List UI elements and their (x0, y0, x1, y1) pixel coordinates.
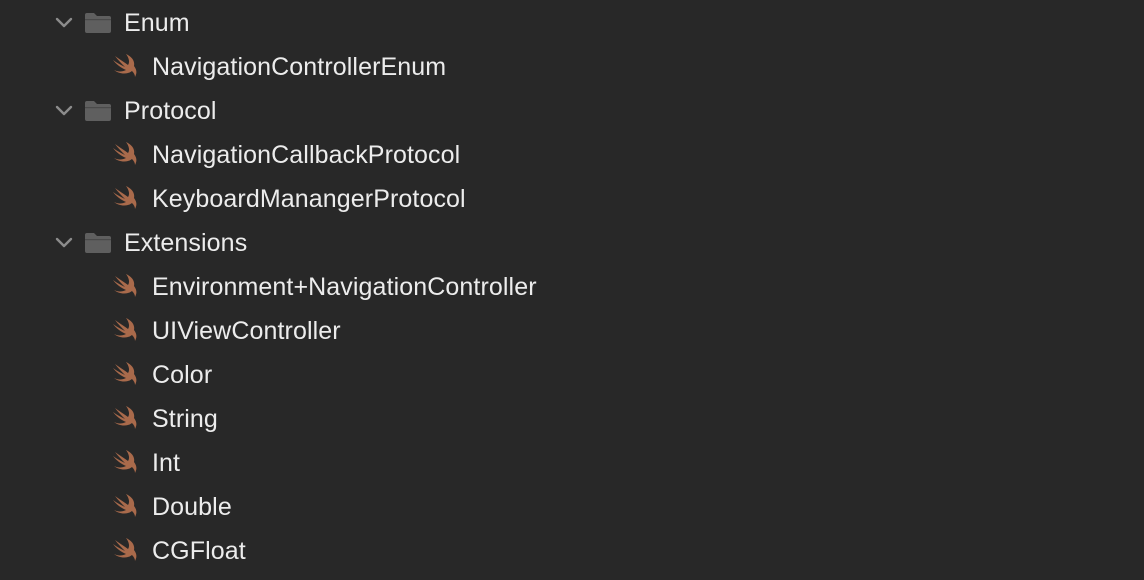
file-row[interactable]: String (0, 397, 1144, 441)
group-row-enum[interactable]: Enum (0, 1, 1144, 45)
group-row-extensions[interactable]: Extensions (0, 221, 1144, 265)
project-navigator: Enum NavigationControllerEnum Protocol N… (0, 0, 1144, 580)
chevron-down-icon[interactable] (53, 12, 75, 34)
folder-icon (83, 231, 113, 255)
swift-file-icon (111, 494, 141, 520)
swift-file-icon (111, 538, 141, 564)
file-label: Color (152, 360, 213, 389)
file-row[interactable]: Color (0, 353, 1144, 397)
file-row[interactable]: NavigationCallbackProtocol (0, 133, 1144, 177)
file-row[interactable]: Environment+NavigationController (0, 265, 1144, 309)
file-row[interactable]: Double (0, 485, 1144, 529)
file-label: Double (152, 492, 232, 521)
file-label: NavigationCallbackProtocol (152, 140, 461, 169)
group-label: Protocol (124, 96, 217, 125)
file-row[interactable]: NavigationControllerEnum (0, 45, 1144, 89)
file-row[interactable]: UIViewController (0, 309, 1144, 353)
file-label: KeyboardManangerProtocol (152, 184, 466, 213)
file-label: Int (152, 448, 181, 477)
file-label: NavigationControllerEnum (152, 52, 447, 81)
folder-icon (83, 99, 113, 123)
group-label: Enum (124, 8, 190, 37)
file-row[interactable]: Int (0, 441, 1144, 485)
file-label: Environment+NavigationController (152, 272, 537, 301)
swift-file-icon (111, 318, 141, 344)
swift-file-icon (111, 406, 141, 432)
group-row-protocol[interactable]: Protocol (0, 89, 1144, 133)
swift-file-icon (111, 450, 141, 476)
swift-file-icon (111, 362, 141, 388)
chevron-down-icon[interactable] (53, 100, 75, 122)
file-row[interactable]: KeyboardManangerProtocol (0, 177, 1144, 221)
swift-file-icon (111, 186, 141, 212)
group-label: Extensions (124, 228, 248, 257)
chevron-down-icon[interactable] (53, 232, 75, 254)
file-label: UIViewController (152, 316, 341, 345)
file-label: String (152, 404, 218, 433)
file-row[interactable]: CGFloat (0, 529, 1144, 573)
folder-icon (83, 11, 113, 35)
swift-file-icon (111, 274, 141, 300)
file-label: CGFloat (152, 536, 246, 565)
swift-file-icon (111, 142, 141, 168)
swift-file-icon (111, 54, 141, 80)
